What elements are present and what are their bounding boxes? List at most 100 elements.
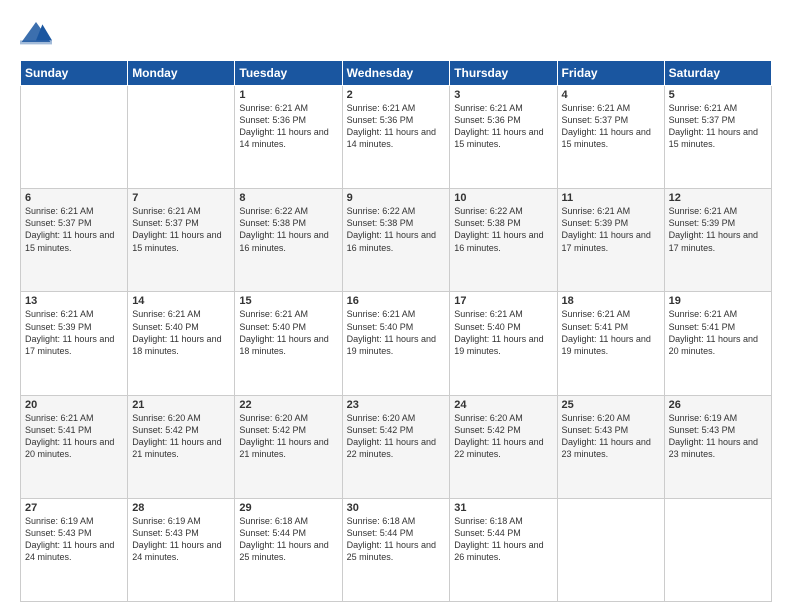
day-cell: 18Sunrise: 6:21 AMSunset: 5:41 PMDayligh… — [557, 292, 664, 395]
column-header-friday: Friday — [557, 61, 664, 86]
day-info: Sunrise: 6:21 AMSunset: 5:40 PMDaylight:… — [454, 308, 552, 357]
day-cell: 10Sunrise: 6:22 AMSunset: 5:38 PMDayligh… — [450, 189, 557, 292]
day-cell: 31Sunrise: 6:18 AMSunset: 5:44 PMDayligh… — [450, 498, 557, 601]
day-number: 16 — [347, 295, 446, 307]
day-info: Sunrise: 6:21 AMSunset: 5:39 PMDaylight:… — [562, 205, 660, 254]
day-info: Sunrise: 6:21 AMSunset: 5:37 PMDaylight:… — [25, 205, 123, 254]
day-cell: 24Sunrise: 6:20 AMSunset: 5:42 PMDayligh… — [450, 395, 557, 498]
day-cell: 5Sunrise: 6:21 AMSunset: 5:37 PMDaylight… — [664, 86, 771, 189]
day-cell — [664, 498, 771, 601]
day-number: 18 — [562, 295, 660, 307]
day-info: Sunrise: 6:20 AMSunset: 5:42 PMDaylight:… — [239, 412, 337, 461]
day-number: 30 — [347, 502, 446, 514]
day-cell: 29Sunrise: 6:18 AMSunset: 5:44 PMDayligh… — [235, 498, 342, 601]
week-row: 6Sunrise: 6:21 AMSunset: 5:37 PMDaylight… — [21, 189, 772, 292]
day-cell — [128, 86, 235, 189]
day-info: Sunrise: 6:21 AMSunset: 5:39 PMDaylight:… — [669, 205, 767, 254]
column-header-wednesday: Wednesday — [342, 61, 450, 86]
day-cell: 14Sunrise: 6:21 AMSunset: 5:40 PMDayligh… — [128, 292, 235, 395]
day-info: Sunrise: 6:21 AMSunset: 5:41 PMDaylight:… — [562, 308, 660, 357]
day-info: Sunrise: 6:18 AMSunset: 5:44 PMDaylight:… — [347, 515, 446, 564]
day-info: Sunrise: 6:21 AMSunset: 5:36 PMDaylight:… — [347, 102, 446, 151]
day-cell: 4Sunrise: 6:21 AMSunset: 5:37 PMDaylight… — [557, 86, 664, 189]
day-number: 4 — [562, 89, 660, 101]
day-cell: 13Sunrise: 6:21 AMSunset: 5:39 PMDayligh… — [21, 292, 128, 395]
day-info: Sunrise: 6:19 AMSunset: 5:43 PMDaylight:… — [669, 412, 767, 461]
day-info: Sunrise: 6:19 AMSunset: 5:43 PMDaylight:… — [25, 515, 123, 564]
day-number: 22 — [239, 399, 337, 411]
day-info: Sunrise: 6:20 AMSunset: 5:43 PMDaylight:… — [562, 412, 660, 461]
day-cell: 23Sunrise: 6:20 AMSunset: 5:42 PMDayligh… — [342, 395, 450, 498]
day-number: 10 — [454, 192, 552, 204]
week-row: 13Sunrise: 6:21 AMSunset: 5:39 PMDayligh… — [21, 292, 772, 395]
logo-icon — [20, 18, 52, 50]
column-header-tuesday: Tuesday — [235, 61, 342, 86]
day-cell — [21, 86, 128, 189]
day-info: Sunrise: 6:21 AMSunset: 5:39 PMDaylight:… — [25, 308, 123, 357]
day-info: Sunrise: 6:21 AMSunset: 5:40 PMDaylight:… — [239, 308, 337, 357]
day-number: 6 — [25, 192, 123, 204]
day-number: 3 — [454, 89, 552, 101]
day-number: 20 — [25, 399, 123, 411]
day-info: Sunrise: 6:21 AMSunset: 5:40 PMDaylight:… — [347, 308, 446, 357]
day-cell: 28Sunrise: 6:19 AMSunset: 5:43 PMDayligh… — [128, 498, 235, 601]
day-cell: 3Sunrise: 6:21 AMSunset: 5:36 PMDaylight… — [450, 86, 557, 189]
day-cell: 19Sunrise: 6:21 AMSunset: 5:41 PMDayligh… — [664, 292, 771, 395]
day-number: 15 — [239, 295, 337, 307]
column-header-saturday: Saturday — [664, 61, 771, 86]
day-info: Sunrise: 6:21 AMSunset: 5:41 PMDaylight:… — [25, 412, 123, 461]
day-number: 7 — [132, 192, 230, 204]
day-number: 24 — [454, 399, 552, 411]
day-cell: 6Sunrise: 6:21 AMSunset: 5:37 PMDaylight… — [21, 189, 128, 292]
day-cell: 8Sunrise: 6:22 AMSunset: 5:38 PMDaylight… — [235, 189, 342, 292]
day-number: 25 — [562, 399, 660, 411]
day-cell: 26Sunrise: 6:19 AMSunset: 5:43 PMDayligh… — [664, 395, 771, 498]
day-number: 28 — [132, 502, 230, 514]
day-cell: 1Sunrise: 6:21 AMSunset: 5:36 PMDaylight… — [235, 86, 342, 189]
day-info: Sunrise: 6:20 AMSunset: 5:42 PMDaylight:… — [347, 412, 446, 461]
day-cell: 9Sunrise: 6:22 AMSunset: 5:38 PMDaylight… — [342, 189, 450, 292]
day-number: 2 — [347, 89, 446, 101]
day-cell: 22Sunrise: 6:20 AMSunset: 5:42 PMDayligh… — [235, 395, 342, 498]
day-number: 21 — [132, 399, 230, 411]
day-cell: 17Sunrise: 6:21 AMSunset: 5:40 PMDayligh… — [450, 292, 557, 395]
week-row: 27Sunrise: 6:19 AMSunset: 5:43 PMDayligh… — [21, 498, 772, 601]
day-number: 23 — [347, 399, 446, 411]
day-info: Sunrise: 6:22 AMSunset: 5:38 PMDaylight:… — [239, 205, 337, 254]
day-cell: 11Sunrise: 6:21 AMSunset: 5:39 PMDayligh… — [557, 189, 664, 292]
page: SundayMondayTuesdayWednesdayThursdayFrid… — [0, 0, 792, 612]
day-number: 5 — [669, 89, 767, 101]
day-cell: 30Sunrise: 6:18 AMSunset: 5:44 PMDayligh… — [342, 498, 450, 601]
day-number: 19 — [669, 295, 767, 307]
day-info: Sunrise: 6:21 AMSunset: 5:36 PMDaylight:… — [454, 102, 552, 151]
day-cell: 12Sunrise: 6:21 AMSunset: 5:39 PMDayligh… — [664, 189, 771, 292]
day-info: Sunrise: 6:21 AMSunset: 5:37 PMDaylight:… — [562, 102, 660, 151]
day-info: Sunrise: 6:20 AMSunset: 5:42 PMDaylight:… — [132, 412, 230, 461]
day-info: Sunrise: 6:21 AMSunset: 5:37 PMDaylight:… — [669, 102, 767, 151]
day-number: 14 — [132, 295, 230, 307]
day-number: 29 — [239, 502, 337, 514]
day-cell: 25Sunrise: 6:20 AMSunset: 5:43 PMDayligh… — [557, 395, 664, 498]
day-number: 8 — [239, 192, 337, 204]
calendar: SundayMondayTuesdayWednesdayThursdayFrid… — [20, 60, 772, 602]
day-cell: 2Sunrise: 6:21 AMSunset: 5:36 PMDaylight… — [342, 86, 450, 189]
day-number: 31 — [454, 502, 552, 514]
day-cell: 20Sunrise: 6:21 AMSunset: 5:41 PMDayligh… — [21, 395, 128, 498]
logo — [20, 18, 56, 50]
header-row: SundayMondayTuesdayWednesdayThursdayFrid… — [21, 61, 772, 86]
day-info: Sunrise: 6:21 AMSunset: 5:41 PMDaylight:… — [669, 308, 767, 357]
day-cell: 16Sunrise: 6:21 AMSunset: 5:40 PMDayligh… — [342, 292, 450, 395]
day-info: Sunrise: 6:21 AMSunset: 5:36 PMDaylight:… — [239, 102, 337, 151]
day-number: 11 — [562, 192, 660, 204]
header — [20, 18, 772, 50]
day-info: Sunrise: 6:19 AMSunset: 5:43 PMDaylight:… — [132, 515, 230, 564]
day-info: Sunrise: 6:22 AMSunset: 5:38 PMDaylight:… — [347, 205, 446, 254]
day-cell — [557, 498, 664, 601]
day-cell: 21Sunrise: 6:20 AMSunset: 5:42 PMDayligh… — [128, 395, 235, 498]
day-number: 12 — [669, 192, 767, 204]
day-number: 26 — [669, 399, 767, 411]
day-cell: 15Sunrise: 6:21 AMSunset: 5:40 PMDayligh… — [235, 292, 342, 395]
week-row: 20Sunrise: 6:21 AMSunset: 5:41 PMDayligh… — [21, 395, 772, 498]
day-number: 1 — [239, 89, 337, 101]
day-info: Sunrise: 6:22 AMSunset: 5:38 PMDaylight:… — [454, 205, 552, 254]
